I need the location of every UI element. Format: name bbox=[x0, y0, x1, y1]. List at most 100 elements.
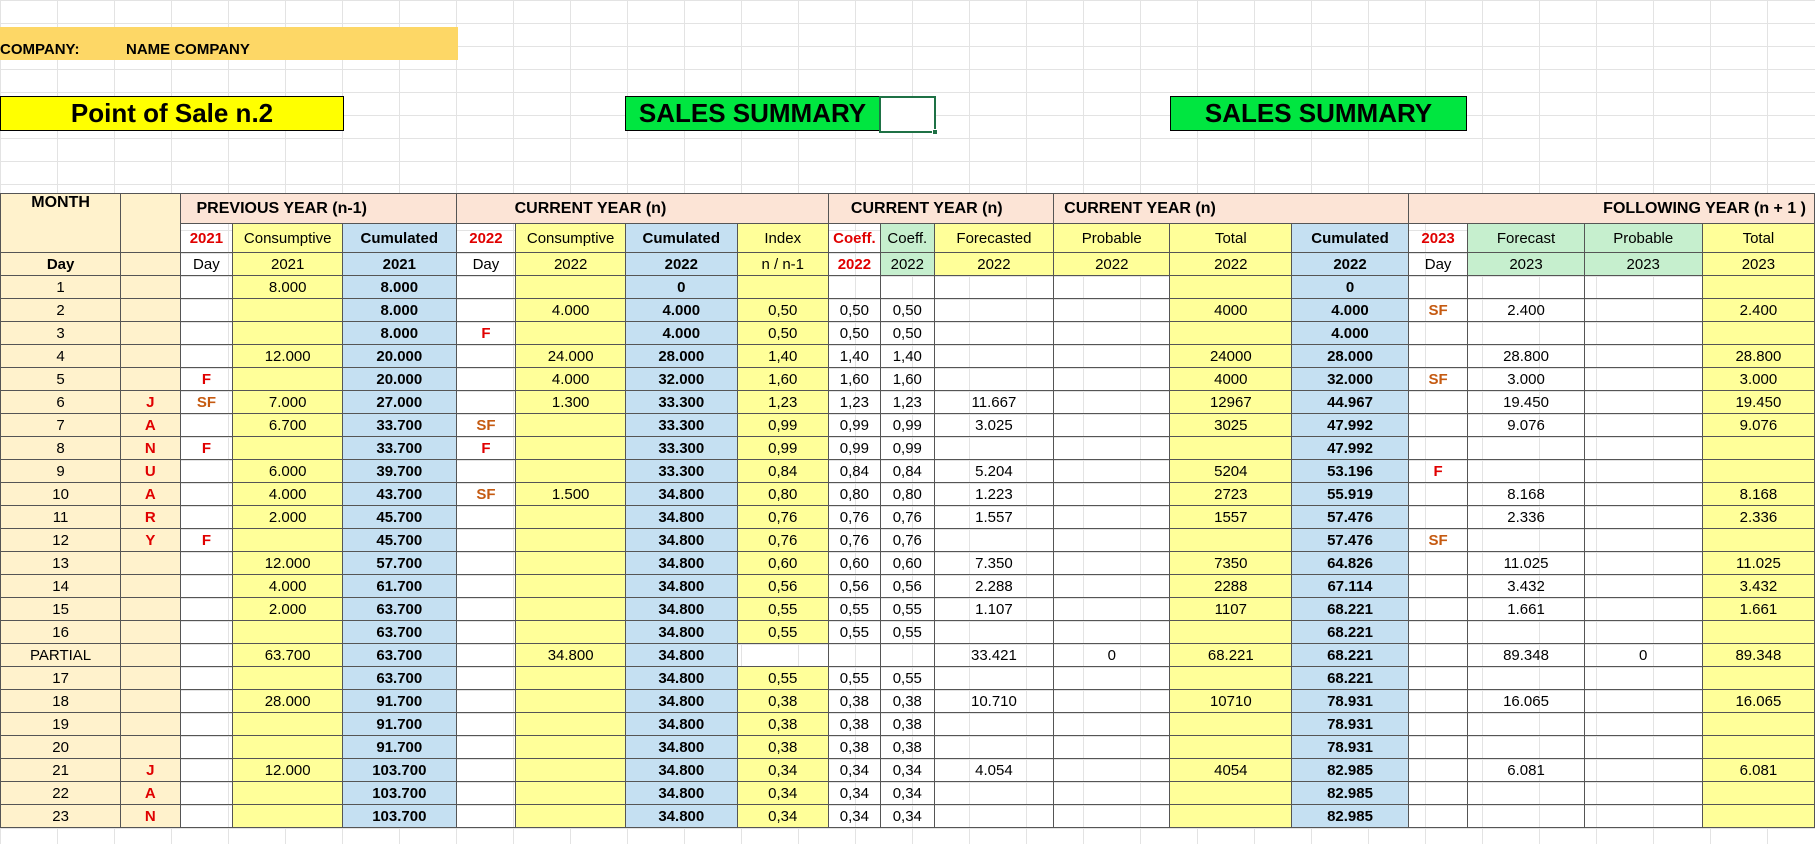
forecast-2023-cell[interactable]: 16.065 bbox=[1467, 689, 1585, 713]
month-letter-cell[interactable] bbox=[120, 620, 181, 644]
cumulated-2021-cell[interactable]: 20.000 bbox=[342, 367, 457, 391]
coeff-cell-2[interactable]: 0,55 bbox=[879, 620, 935, 644]
cumulated-2021-cell[interactable]: 45.700 bbox=[342, 528, 457, 552]
forecasted-cell[interactable]: 3.025 bbox=[933, 413, 1055, 437]
selected-cell[interactable] bbox=[879, 96, 936, 133]
coeff-cell-2[interactable]: 1,40 bbox=[879, 344, 935, 368]
index-cell[interactable]: 0,34 bbox=[736, 804, 829, 828]
total-2023-cell[interactable] bbox=[1701, 735, 1815, 759]
cumulated-total-cell[interactable]: 78.931 bbox=[1291, 735, 1409, 759]
flag-2021-cell[interactable] bbox=[179, 321, 234, 345]
coeff-cell-2[interactable]: 0,34 bbox=[879, 781, 935, 805]
total-cell[interactable] bbox=[1169, 275, 1293, 299]
probable-cell[interactable] bbox=[1053, 551, 1171, 575]
index-cell[interactable]: 0,84 bbox=[736, 459, 829, 483]
forecast-2023-cell[interactable] bbox=[1467, 436, 1585, 460]
flag-2023-cell[interactable]: SF bbox=[1407, 528, 1469, 552]
flag-2021-cell[interactable] bbox=[179, 482, 234, 506]
cumulated-2021-cell[interactable]: 20.000 bbox=[342, 344, 457, 368]
index-cell[interactable]: 0,80 bbox=[736, 482, 829, 506]
total-2023-cell[interactable] bbox=[1701, 620, 1815, 644]
day-cell[interactable]: 2 bbox=[0, 298, 122, 322]
flag-2021-cell[interactable] bbox=[179, 551, 234, 575]
total-2023-cell[interactable]: 89.348 bbox=[1701, 643, 1815, 667]
coeff-cell-1[interactable]: 0,38 bbox=[827, 689, 881, 713]
consumptive-2022-cell[interactable] bbox=[515, 666, 627, 690]
cumulated-total-cell[interactable]: 0 bbox=[1291, 275, 1409, 299]
cumulated-2022-cell[interactable]: 4.000 bbox=[625, 321, 738, 345]
index-cell[interactable]: 0,34 bbox=[736, 758, 829, 782]
index-cell[interactable]: 0,38 bbox=[736, 712, 829, 736]
consumptive-2022-cell[interactable] bbox=[515, 413, 627, 437]
total-2023-cell[interactable] bbox=[1701, 321, 1815, 345]
index-cell[interactable]: 1,60 bbox=[736, 367, 829, 391]
total-cell[interactable] bbox=[1169, 804, 1293, 828]
probable-cell[interactable] bbox=[1053, 482, 1171, 506]
probable-cell[interactable]: 0 bbox=[1053, 643, 1171, 667]
index-cell[interactable]: 0,76 bbox=[736, 505, 829, 529]
total-cell[interactable]: 1557 bbox=[1169, 505, 1293, 529]
probable-2023-cell[interactable] bbox=[1583, 689, 1703, 713]
consumptive-2021-cell[interactable] bbox=[232, 367, 344, 391]
flag-2022-cell[interactable] bbox=[455, 459, 517, 483]
probable-cell[interactable] bbox=[1053, 666, 1171, 690]
forecasted-cell[interactable] bbox=[933, 620, 1055, 644]
month-letter-cell[interactable] bbox=[120, 344, 181, 368]
forecasted-cell[interactable]: 7.350 bbox=[933, 551, 1055, 575]
forecasted-cell[interactable]: 4.054 bbox=[933, 758, 1055, 782]
cumulated-2021-cell[interactable]: 91.700 bbox=[342, 735, 457, 759]
probable-2023-cell[interactable] bbox=[1583, 712, 1703, 736]
consumptive-2021-cell[interactable] bbox=[232, 666, 344, 690]
cumulated-2022-cell[interactable]: 34.800 bbox=[625, 505, 738, 529]
total-2023-cell[interactable]: 3.432 bbox=[1701, 574, 1815, 598]
consumptive-2022-cell[interactable] bbox=[515, 459, 627, 483]
consumptive-2022-cell[interactable] bbox=[515, 620, 627, 644]
index-cell[interactable]: 0,55 bbox=[736, 666, 829, 690]
total-cell[interactable]: 24000 bbox=[1169, 344, 1293, 368]
total-2023-cell[interactable]: 1.661 bbox=[1701, 597, 1815, 621]
probable-cell[interactable] bbox=[1053, 413, 1171, 437]
cumulated-total-cell[interactable]: 82.985 bbox=[1291, 804, 1409, 828]
cumulated-total-cell[interactable]: 68.221 bbox=[1291, 666, 1409, 690]
index-cell[interactable]: 0,60 bbox=[736, 551, 829, 575]
forecast-2023-cell[interactable] bbox=[1467, 321, 1585, 345]
coeff-cell-1[interactable]: 0,84 bbox=[827, 459, 881, 483]
flag-2023-cell[interactable] bbox=[1407, 781, 1469, 805]
coeff-cell-1[interactable]: 0,34 bbox=[827, 781, 881, 805]
cumulated-2021-cell[interactable]: 63.700 bbox=[342, 620, 457, 644]
probable-2023-cell[interactable] bbox=[1583, 666, 1703, 690]
cumulated-2021-cell[interactable]: 8.000 bbox=[342, 275, 457, 299]
consumptive-2022-cell[interactable]: 4.000 bbox=[515, 298, 627, 322]
flag-2021-cell[interactable] bbox=[179, 643, 234, 667]
flag-2022-cell[interactable] bbox=[455, 735, 517, 759]
flag-2021-cell[interactable]: F bbox=[179, 436, 234, 460]
consumptive-2022-cell[interactable] bbox=[515, 436, 627, 460]
forecasted-cell[interactable]: 2.288 bbox=[933, 574, 1055, 598]
consumptive-2021-cell[interactable]: 12.000 bbox=[232, 344, 344, 368]
total-2023-cell[interactable] bbox=[1701, 666, 1815, 690]
coeff-cell-1[interactable]: 0,76 bbox=[827, 528, 881, 552]
day-cell[interactable]: 3 bbox=[0, 321, 122, 345]
flag-2023-cell[interactable] bbox=[1407, 666, 1469, 690]
total-cell[interactable]: 4054 bbox=[1169, 758, 1293, 782]
consumptive-2021-cell[interactable]: 12.000 bbox=[232, 758, 344, 782]
cumulated-total-cell[interactable]: 57.476 bbox=[1291, 505, 1409, 529]
flag-2021-cell[interactable] bbox=[179, 459, 234, 483]
flag-2023-cell[interactable]: F bbox=[1407, 459, 1469, 483]
consumptive-2021-cell[interactable] bbox=[232, 712, 344, 736]
coeff-cell-2[interactable] bbox=[879, 643, 935, 667]
coeff-cell-1[interactable]: 1,23 bbox=[827, 390, 881, 414]
cumulated-total-cell[interactable]: 44.967 bbox=[1291, 390, 1409, 414]
total-2023-cell[interactable]: 6.081 bbox=[1701, 758, 1815, 782]
consumptive-2021-cell[interactable]: 6.700 bbox=[232, 413, 344, 437]
coeff-cell-2[interactable]: 0,99 bbox=[879, 413, 935, 437]
cumulated-total-cell[interactable]: 57.476 bbox=[1291, 528, 1409, 552]
total-2023-cell[interactable]: 16.065 bbox=[1701, 689, 1815, 713]
forecasted-cell[interactable]: 1.107 bbox=[933, 597, 1055, 621]
probable-cell[interactable] bbox=[1053, 528, 1171, 552]
probable-cell[interactable] bbox=[1053, 275, 1171, 299]
forecasted-cell[interactable] bbox=[933, 781, 1055, 805]
flag-2022-cell[interactable] bbox=[455, 574, 517, 598]
month-letter-cell[interactable] bbox=[120, 666, 181, 690]
month-letter-cell[interactable]: J bbox=[120, 758, 181, 782]
